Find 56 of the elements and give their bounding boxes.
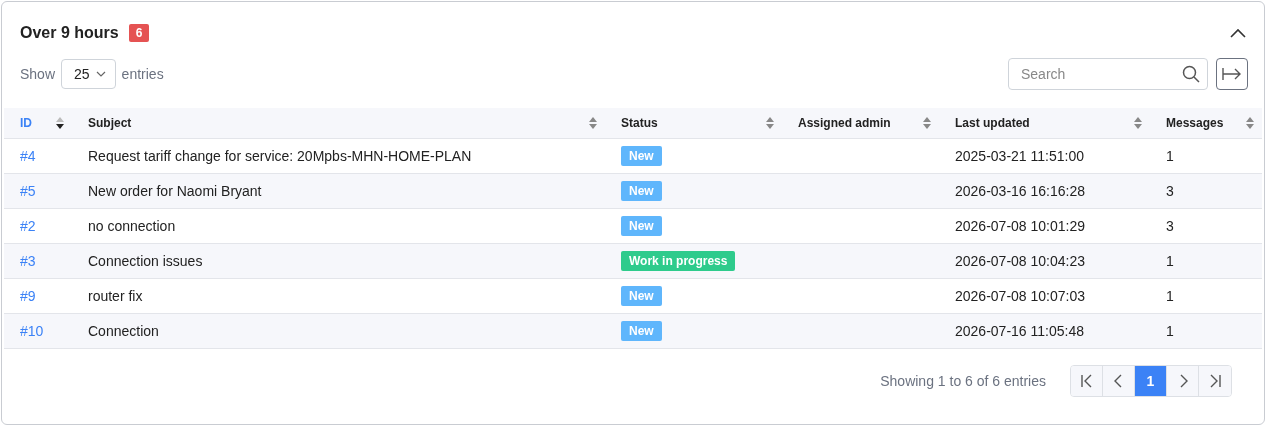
sort-icon[interactable] <box>56 117 64 129</box>
page-button[interactable]: 1 <box>1135 366 1167 396</box>
status-badge: New <box>621 321 662 341</box>
column-header[interactable]: Last updated <box>955 116 1030 130</box>
subject-text: Connection issues <box>88 253 203 269</box>
entries-label: entries <box>121 66 164 82</box>
ticket-link[interactable]: #2 <box>20 218 36 234</box>
column-header[interactable]: Assigned admin <box>798 116 891 130</box>
export-button[interactable] <box>1216 58 1248 90</box>
column-header[interactable]: Subject <box>88 116 132 130</box>
status-badge: New <box>621 286 662 306</box>
chevron-down-icon <box>95 71 106 77</box>
status-badge: New <box>621 146 662 166</box>
first-page-icon <box>1079 373 1094 389</box>
panel-title: Over 9 hours <box>20 24 119 42</box>
ticket-link[interactable]: #5 <box>20 183 36 199</box>
date-text: 2026-07-08 10:01:29 <box>955 218 1085 234</box>
status-badge: New <box>621 181 662 201</box>
status-badge: Work in progress <box>621 251 736 271</box>
count-text: 1 <box>1166 323 1174 339</box>
last-page-button[interactable] <box>1199 366 1231 396</box>
count-badge: 6 <box>128 24 150 42</box>
first-page-button[interactable] <box>1071 366 1103 396</box>
subject-text: router fix <box>88 288 143 304</box>
entries-select[interactable]: 25 <box>61 59 116 89</box>
date-text: 2026-07-08 10:04:23 <box>955 253 1085 269</box>
ticket-link[interactable]: #10 <box>20 323 44 339</box>
subject-text: Connection <box>88 323 159 339</box>
search-icon <box>1182 65 1200 83</box>
count-text: 1 <box>1166 253 1174 269</box>
show-label: Show <box>20 66 56 82</box>
date-text: 2026-07-16 11:05:48 <box>955 323 1084 339</box>
next-page-button[interactable] <box>1167 366 1199 396</box>
previous-page-button[interactable] <box>1103 366 1135 396</box>
ticket-link[interactable]: #4 <box>20 148 36 164</box>
ticket-link[interactable]: #3 <box>20 253 36 269</box>
table-info: Showing 1 to 6 of 6 entries <box>880 373 1046 389</box>
column-header[interactable]: ID <box>20 116 32 130</box>
count-text: 3 <box>1166 183 1174 199</box>
subject-text: New order for Naomi Bryant <box>88 183 262 199</box>
date-text: 2026-07-08 10:07:03 <box>955 288 1085 304</box>
count-text: 3 <box>1166 218 1174 234</box>
date-text: 2025-03-21 11:51:00 <box>955 148 1084 164</box>
status-badge: New <box>621 216 662 236</box>
arrow-to-right-icon <box>1222 67 1242 81</box>
collapse-button[interactable] <box>1230 28 1246 38</box>
date-text: 2026-03-16 16:16:28 <box>955 183 1085 199</box>
subject-text: no connection <box>88 218 176 234</box>
subject-text: Request tariff change for service: 20Mpbs-MHN-HOME-PLAN <box>88 148 472 164</box>
last-page-icon <box>1208 373 1222 389</box>
column-header[interactable]: Messages <box>1166 116 1224 130</box>
count-text: 1 <box>1166 148 1174 164</box>
ticket-link[interactable]: #9 <box>20 288 36 304</box>
count-text: 1 <box>1166 288 1174 304</box>
search-field[interactable]: Search <box>1008 58 1208 90</box>
column-header[interactable]: Status <box>621 116 658 130</box>
